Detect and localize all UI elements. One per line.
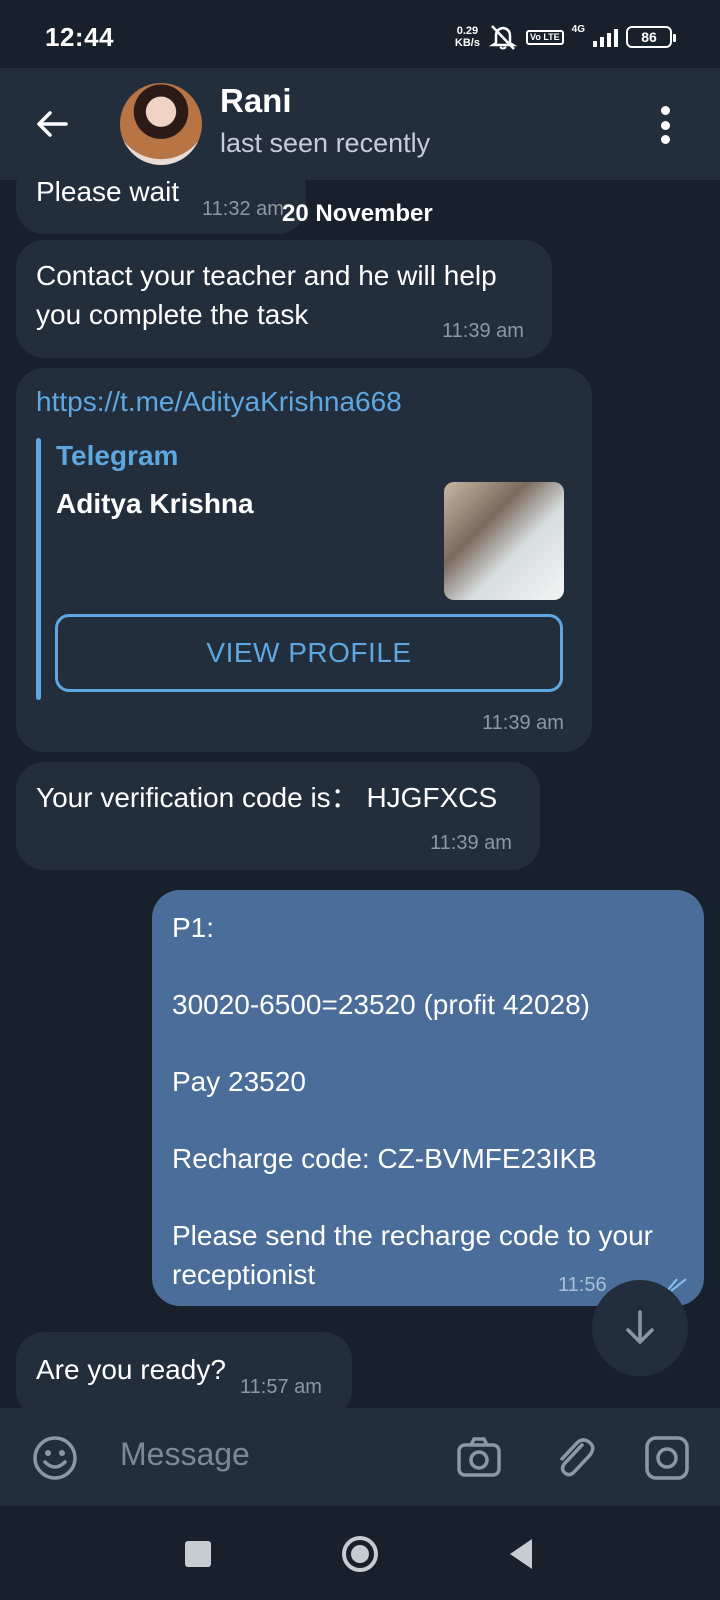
message-line: Pay 23520	[172, 1066, 306, 1097]
system-nav-bar	[0, 1506, 720, 1600]
avatar[interactable]	[120, 83, 202, 165]
network-speed: 0.29 KB/s	[454, 25, 480, 49]
message-line: Recharge code: CZ-BVMFE23IKB	[172, 1143, 597, 1174]
volte-badge: Vo LTE	[525, 29, 564, 45]
status-bar: 12:44 0.29 KB/s Vo LTE 4G 86	[0, 0, 720, 68]
network-type: 4G	[571, 23, 585, 35]
date-chip: 20 November	[282, 200, 433, 227]
arrow-down-icon	[626, 1310, 654, 1344]
attach-icon[interactable]	[552, 1435, 598, 1481]
message-input[interactable]: Message	[120, 1436, 250, 1473]
message-line: P1:	[172, 912, 215, 943]
message-input-bar: Message	[0, 1408, 720, 1506]
emoji-icon[interactable]	[32, 1435, 78, 1481]
link-preview-bar	[36, 438, 41, 700]
contact-name[interactable]: Rani	[220, 82, 292, 120]
scroll-down-button[interactable]	[592, 1280, 688, 1376]
mute-icon	[488, 25, 518, 50]
message-bubble-link[interactable]: https://t.me/AdityaKrishna668 Telegram A…	[16, 368, 592, 752]
chat-header: Rani last seen recently	[0, 68, 720, 180]
link-preview-thumbnail[interactable]	[444, 482, 564, 600]
more-options-icon[interactable]	[658, 106, 672, 144]
link-preview-title: Aditya Krishna	[56, 488, 254, 519]
message-bubble-incoming[interactable]: Contact your teacher and he will help yo…	[16, 240, 552, 358]
status-icons: 0.29 KB/s Vo LTE 4G 86	[454, 22, 676, 52]
message-time: 11:56	[558, 1274, 607, 1296]
message-list[interactable]: Please wait 11:32 am 20 November Contact…	[0, 180, 720, 1408]
status-time: 12:44	[45, 22, 114, 52]
battery-level: 86	[641, 29, 657, 45]
message-time: 11:32 am	[202, 198, 284, 220]
message-link[interactable]: https://t.me/AdityaKrishna668	[36, 386, 402, 418]
camera-icon[interactable]	[456, 1435, 502, 1481]
message-bubble-incoming[interactable]: Please wait 11:32 am	[16, 180, 306, 234]
message-time: 11:39 am	[482, 712, 564, 734]
message-bubble-outgoing[interactable]: P1: 30020-6500=23520 (profit 42028) Pay …	[152, 890, 704, 1306]
home-icon[interactable]	[340, 1534, 380, 1574]
view-profile-button[interactable]: VIEW PROFILE	[55, 614, 563, 692]
recent-apps-icon[interactable]	[178, 1534, 218, 1574]
message-time: 11:39 am	[430, 832, 512, 854]
signal-icon	[593, 27, 618, 47]
message-bubble-incoming[interactable]: Are you ready? 11:57 am	[16, 1332, 352, 1408]
message-text: Are you ready?	[36, 1354, 226, 1385]
message-time: 11:57 am	[240, 1376, 322, 1398]
instagram-camera-icon[interactable]	[644, 1435, 690, 1481]
message-line: 30020-6500=23520 (profit 42028)	[172, 989, 591, 1020]
contact-status: last seen recently	[220, 128, 431, 158]
message-text: Please wait	[36, 180, 180, 207]
back-nav-icon[interactable]	[502, 1534, 542, 1574]
back-arrow-icon[interactable]	[32, 104, 72, 144]
message-bubble-incoming[interactable]: Your verification code is： HJGFXCS 11:39…	[16, 762, 540, 870]
message-text: Your verification code is： HJGFXCS	[36, 782, 498, 813]
battery-icon: 86	[626, 26, 676, 48]
message-time: 11:39 am	[442, 320, 524, 342]
link-preview-site: Telegram	[56, 440, 179, 471]
